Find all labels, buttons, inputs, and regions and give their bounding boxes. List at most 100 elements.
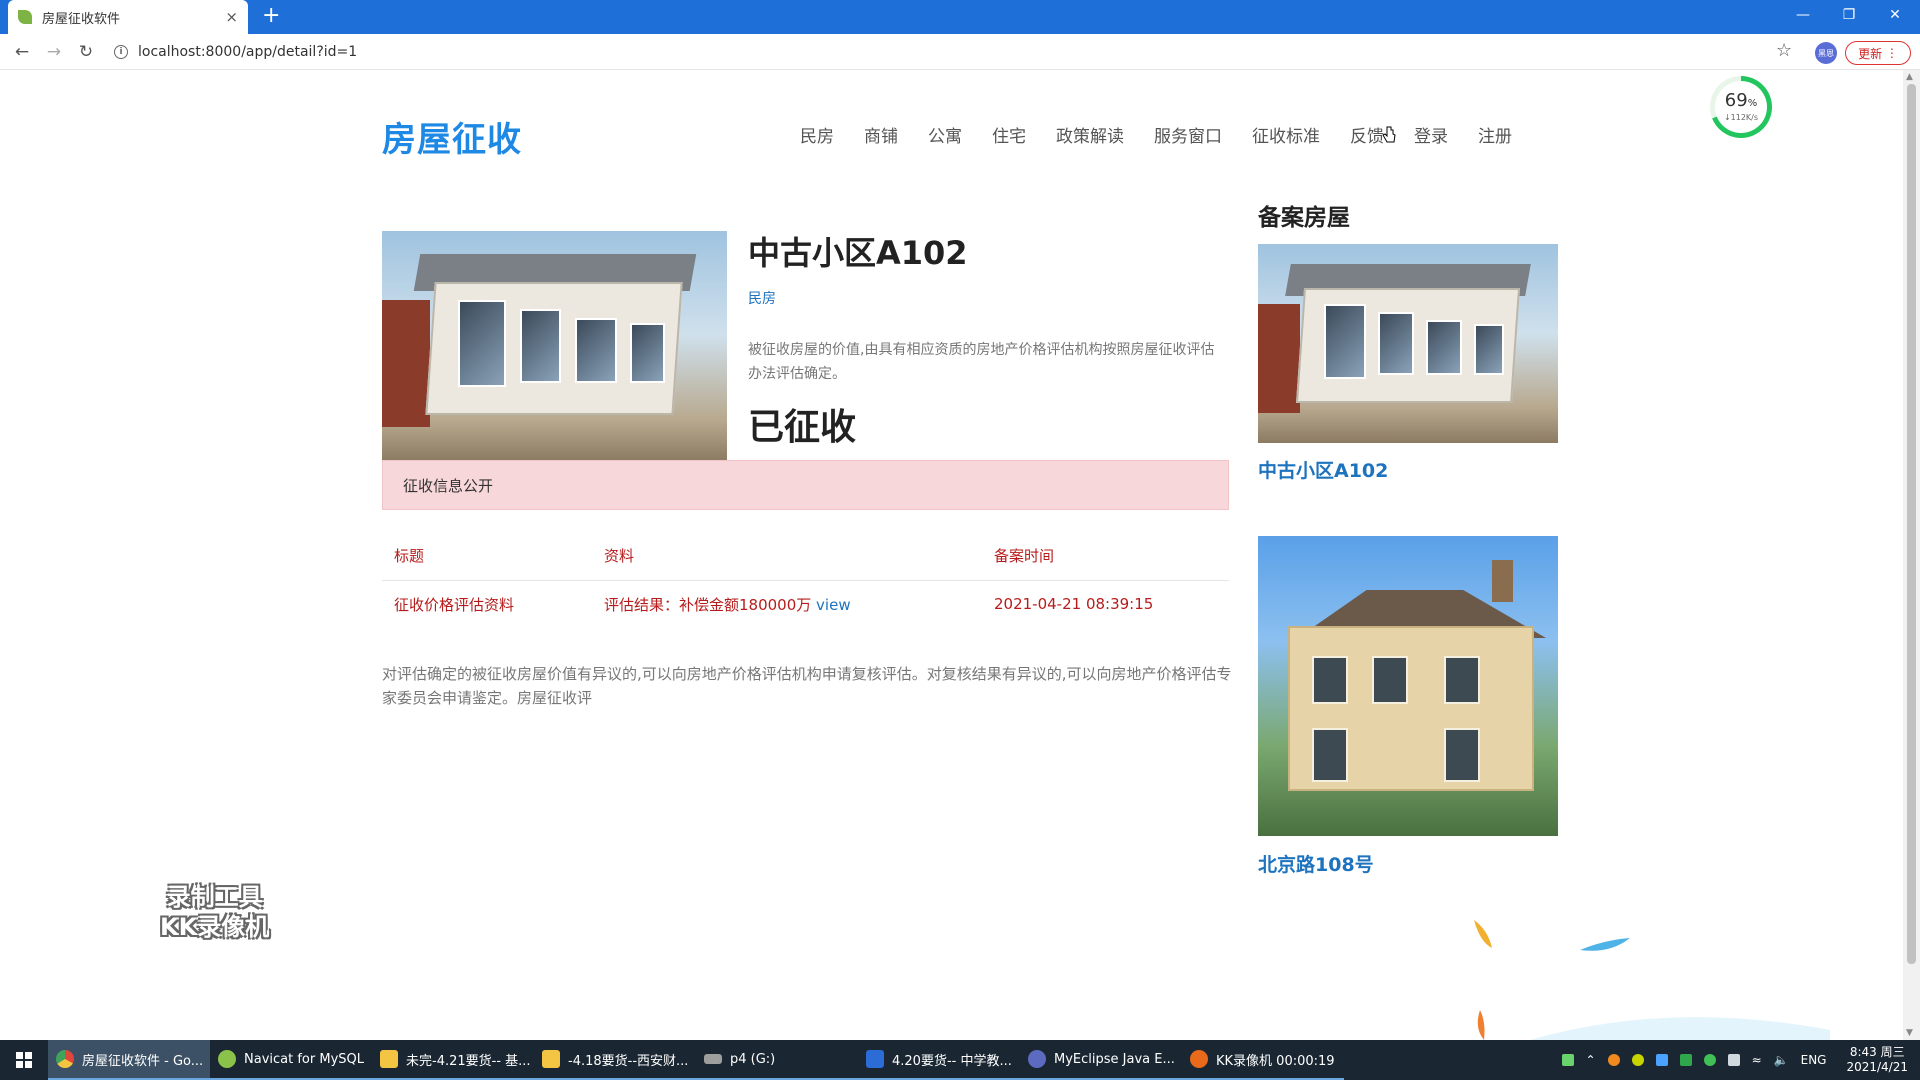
watermark-line2: KK录像机 [160, 913, 270, 941]
word-icon [866, 1050, 884, 1068]
restore-icon[interactable]: ❐ [1826, 0, 1872, 30]
nav-item-login[interactable]: 登录 [1414, 122, 1448, 147]
new-tab-button[interactable]: + [262, 4, 280, 28]
sidebar-house-photo-2[interactable] [1258, 536, 1558, 836]
sidebar-house-photo-1[interactable] [1258, 244, 1558, 443]
close-window-icon[interactable]: ✕ [1872, 0, 1918, 30]
taskbar-item-drive[interactable]: p4 (G:) [696, 1040, 858, 1080]
page-scrollbar[interactable]: ▲ ▼ [1903, 70, 1920, 1040]
tab-close-icon[interactable]: × [225, 8, 238, 26]
scroll-down-icon[interactable]: ▼ [1906, 1028, 1913, 1038]
table-row: 征收价格评估资料 评估结果：补偿金额180000万 view 2021-04-2… [382, 580, 1229, 628]
address-bar[interactable]: i localhost:8000/app/detail?id=1 [114, 38, 1804, 66]
leaf-icon [18, 10, 32, 24]
taskbar-item-kk-recorder[interactable]: KK录像机 00:00:19 [1182, 1040, 1344, 1080]
hand-cursor-icon [1382, 126, 1396, 143]
browser-titlebar: 房屋征收软件 × + — ❐ ✕ [0, 0, 1920, 34]
speed-rate: ↓112K/s [1723, 113, 1759, 122]
taskbar-item-label: Navicat for MySQL [244, 1051, 364, 1067]
clock-date: 2021/4/21 [1846, 1060, 1908, 1074]
navicat-icon [218, 1050, 236, 1068]
minimize-icon[interactable]: — [1780, 0, 1826, 30]
forward-icon[interactable]: → [42, 40, 66, 64]
network-icon[interactable] [1727, 1054, 1740, 1066]
view-link[interactable]: view [816, 596, 851, 614]
tray-app-icon[interactable] [1655, 1054, 1668, 1066]
taskbar-item-chrome[interactable]: 房屋征收软件 - Go... [48, 1040, 210, 1080]
system-tray: ⌃ ≈ 🔈 ENG 8:43 周三 2021/4/21 [1561, 1040, 1920, 1080]
tray-app-icon[interactable] [1631, 1054, 1644, 1066]
col-info: 资料 [592, 532, 982, 581]
nav-item-register[interactable]: 注册 [1478, 122, 1512, 147]
recorder-icon [1190, 1050, 1208, 1068]
main-nav: 民房 商铺 公寓 住宅 政策解读 服务窗口 征收标准 反馈 登录 注册 [800, 122, 1542, 147]
expropriation-status: 已征收 [748, 407, 857, 448]
browser-toolbar: ← → ↻ i localhost:8000/app/detail?id=1 ☆… [0, 34, 1920, 70]
taskbar-item-label: 4.20要货-- 中学教... [892, 1053, 1012, 1069]
clock-time: 8:43 周三 [1849, 1045, 1905, 1059]
taskbar-item-folder-1[interactable]: 未完-4.21要货-- 基... [372, 1040, 534, 1080]
sidebar-house-link-1[interactable]: 中古小区A102 [1258, 456, 1388, 483]
back-icon[interactable]: ← [10, 40, 34, 64]
tray-app-icon[interactable] [1607, 1054, 1620, 1066]
taskbar-item-label: 未完-4.21要货-- 基... [406, 1053, 531, 1069]
start-button[interactable] [0, 1040, 48, 1080]
battery-icon[interactable] [1561, 1054, 1574, 1066]
scrollbar-thumb[interactable] [1907, 84, 1916, 964]
bookmark-star-icon[interactable]: ☆ [1776, 40, 1792, 61]
info-icon[interactable]: i [114, 45, 128, 59]
update-button[interactable]: 更新 ⋮ [1845, 41, 1911, 65]
network-speed-widget[interactable]: 69% ↓112K/s [1710, 76, 1772, 138]
sidebar-title: 备案房屋 [1258, 205, 1350, 231]
wechat-icon[interactable] [1703, 1054, 1716, 1066]
page-content: 房屋征收 民房 商铺 公寓 住宅 政策解读 服务窗口 征收标准 反馈 登录 注册… [0, 70, 1903, 1040]
nav-item-shangpu[interactable]: 商铺 [864, 122, 898, 147]
url-text[interactable]: localhost:8000/app/detail?id=1 [138, 44, 357, 60]
watermark-line1: 录制工具 [166, 883, 263, 911]
myeclipse-icon [1028, 1050, 1046, 1068]
appeal-note: 对评估确定的被征收房屋价值有异议的,可以向房地产价格评估机构申请复核评估。对复核… [382, 665, 1232, 707]
wifi-icon[interactable]: ≈ [1752, 1053, 1762, 1067]
drive-icon [704, 1054, 722, 1064]
taskbar-item-label: 房屋征收软件 - Go... [82, 1053, 204, 1069]
nav-item-zhuzhai[interactable]: 住宅 [992, 122, 1026, 147]
reload-icon[interactable]: ↻ [74, 40, 98, 64]
taskbar-item-label: KK录像机 00:00:19 [1216, 1053, 1335, 1069]
chrome-icon [56, 1050, 74, 1068]
nav-item-gongyu[interactable]: 公寓 [928, 122, 962, 147]
cell-title: 征收价格评估资料 [394, 595, 515, 614]
windows-taskbar: 房屋征收软件 - Go... Navicat for MySQL 未完-4.21… [0, 1040, 1920, 1080]
folder-icon [380, 1050, 398, 1068]
info-alert: 征收信息公开 [382, 460, 1229, 510]
clock[interactable]: 8:43 周三 2021/4/21 [1846, 1045, 1908, 1075]
browser-tab[interactable]: 房屋征收软件 × [8, 0, 248, 34]
table-header-row: 标题 资料 备案时间 [382, 532, 1229, 581]
site-logo[interactable]: 房屋征收 [382, 112, 522, 161]
col-time: 备案时间 [982, 532, 1229, 581]
windows-icon [16, 1052, 32, 1068]
nav-item-feedback[interactable]: 反馈 [1350, 122, 1384, 147]
taskbar-item-myeclipse[interactable]: MyEclipse Java E... [1020, 1040, 1182, 1080]
sidebar-house-link-2[interactable]: 北京路108号 [1258, 850, 1374, 877]
taskbar-item-label: MyEclipse Java E... [1054, 1051, 1175, 1067]
nav-item-standard[interactable]: 征收标准 [1252, 122, 1320, 147]
document-table: 标题 资料 备案时间 征收价格评估资料 评估结果：补偿金额180000万 vie… [382, 532, 1229, 628]
update-label: 更新 [1858, 46, 1883, 61]
nav-item-service[interactable]: 服务窗口 [1154, 122, 1222, 147]
nav-item-policy[interactable]: 政策解读 [1056, 122, 1124, 147]
taskbar-item-navicat[interactable]: Navicat for MySQL [210, 1040, 372, 1080]
house-title: 中古小区A102 [748, 234, 968, 272]
profile-avatar[interactable]: 黑恩 [1815, 42, 1837, 64]
category-link[interactable]: 民房 [748, 288, 776, 308]
nav-item-minfang[interactable]: 民房 [800, 122, 834, 147]
chevron-up-icon[interactable]: ⌃ [1586, 1053, 1596, 1067]
taskbar-item-word[interactable]: 4.20要货-- 中学教... [858, 1040, 1020, 1080]
input-language[interactable]: ENG [1801, 1053, 1827, 1067]
recorder-watermark: 录制工具 KK录像机 [160, 882, 269, 942]
taskbar-item-folder-2[interactable]: -4.18要货--西安财... [534, 1040, 696, 1080]
tray-app-icon[interactable] [1679, 1054, 1692, 1066]
cell-info: 评估结果：补偿金额180000万 view [592, 580, 982, 628]
volume-muted-icon[interactable]: 🔈 [1774, 1053, 1789, 1067]
scroll-up-icon[interactable]: ▲ [1906, 72, 1913, 82]
cell-time: 2021-04-21 08:39:15 [994, 595, 1154, 614]
